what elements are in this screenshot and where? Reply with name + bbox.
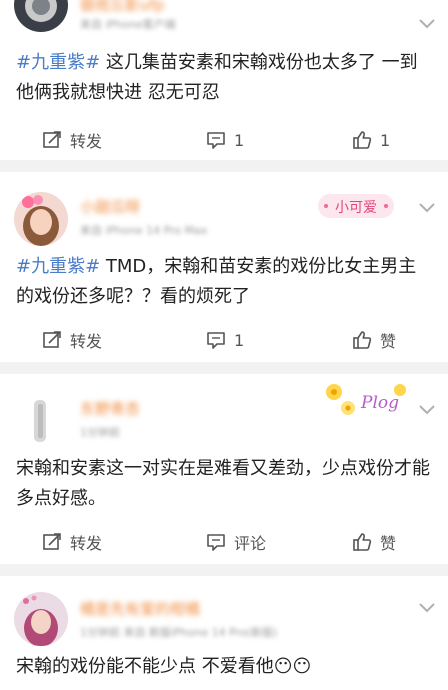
badge-sticker: Plog bbox=[318, 378, 410, 422]
post-card: 橘是先有爱的柑橘 1分钟前 来自 新版iPhone 14 Pro(新版) 宋翰的… bbox=[0, 576, 448, 690]
comment-icon bbox=[207, 534, 225, 551]
repost-label: 转发 bbox=[70, 534, 103, 553]
post-text: #九重紫# TMD，宋翰和苗安素的戏份比女主男主的戏份还多呢？？看的烦死了 bbox=[16, 256, 417, 307]
comment-count: 1 bbox=[234, 330, 245, 350]
chevron-down-icon[interactable] bbox=[418, 404, 436, 416]
comment-button[interactable]: 1 bbox=[206, 120, 244, 160]
repost-button[interactable]: 转发 bbox=[42, 522, 102, 562]
post-meta: 来自 iPhone 14 Pro Max bbox=[80, 224, 208, 237]
chevron-down-icon[interactable] bbox=[418, 602, 436, 614]
username[interactable]: 橘是先有爱的柑橘 bbox=[80, 598, 200, 618]
card-divider bbox=[0, 362, 448, 374]
like-button[interactable]: 赞 bbox=[352, 522, 396, 562]
action-bar: 转发 1 赞 bbox=[0, 320, 448, 360]
weibo-feed: 御苑忘影ufp 来自 iPhone客户端 #九重紫# 这几集苗安素和宋翰戏份也太… bbox=[0, 0, 448, 690]
repost-label: 转发 bbox=[70, 332, 103, 351]
post-text: 宋翰和安素这一对实在是难看又差劲，少点戏份才能多点好感。 bbox=[16, 458, 430, 509]
post-meta: 1分钟前 bbox=[80, 426, 120, 439]
comment-icon bbox=[207, 332, 225, 349]
post-meta: 来自 iPhone客户端 bbox=[80, 18, 176, 31]
badge-sticker: 小可爱 bbox=[316, 188, 396, 224]
action-bar: 转发 1 1 bbox=[0, 120, 448, 160]
like-button[interactable]: 赞 bbox=[352, 320, 396, 360]
comment-label: 评论 bbox=[234, 534, 267, 553]
avatar[interactable] bbox=[14, 394, 68, 448]
avatar[interactable] bbox=[14, 0, 68, 32]
post-card: 东野青杏 1分钟前 Plog 宋翰和安素这一对实在是难看又差劲，少点戏份才能多点… bbox=[0, 374, 448, 564]
svg-text:小可爱: 小可爱 bbox=[335, 200, 377, 216]
chevron-down-icon[interactable] bbox=[418, 202, 436, 214]
comment-icon bbox=[207, 132, 225, 149]
like-button[interactable]: 1 bbox=[352, 120, 390, 160]
username[interactable]: 东野青杏 bbox=[80, 398, 140, 418]
repost-icon bbox=[43, 533, 61, 550]
post-card: 小甜瓜呀 来自 iPhone 14 Pro Max 小可爱 #九重紫# TMD，… bbox=[0, 172, 448, 362]
comment-count: 1 bbox=[234, 130, 245, 150]
post-card: 御苑忘影ufp 来自 iPhone客户端 #九重紫# 这几集苗安素和宋翰戏份也太… bbox=[0, 0, 448, 160]
chevron-down-icon[interactable] bbox=[418, 18, 436, 30]
comment-button[interactable]: 评论 bbox=[206, 522, 266, 562]
thumbs-up-icon bbox=[353, 533, 372, 551]
avatar[interactable] bbox=[14, 592, 68, 646]
repost-icon bbox=[43, 331, 61, 348]
like-label: 赞 bbox=[380, 332, 397, 351]
hashtag-link[interactable]: #九重紫# bbox=[16, 52, 100, 73]
repost-icon bbox=[43, 131, 61, 148]
repost-button[interactable]: 转发 bbox=[42, 120, 102, 160]
post-meta: 1分钟前 来自 新版iPhone 14 Pro(新版) bbox=[80, 626, 278, 639]
hashtag-link[interactable]: #九重紫# bbox=[16, 256, 100, 277]
avatar[interactable] bbox=[14, 192, 68, 246]
thumbs-up-icon bbox=[353, 131, 372, 149]
card-divider bbox=[0, 564, 448, 576]
action-bar: 转发 评论 赞 bbox=[0, 522, 448, 562]
svg-text:Plog: Plog bbox=[360, 393, 399, 413]
post-text: #九重紫# 这几集苗安素和宋翰戏份也太多了 一到他俩我就想快进 忍无可忍 bbox=[16, 52, 418, 103]
thumbs-up-icon bbox=[353, 331, 372, 349]
like-count: 1 bbox=[380, 130, 391, 150]
comment-button[interactable]: 1 bbox=[206, 320, 244, 360]
post-text: 宋翰的戏份能不能少点 不爱看他😶😶 bbox=[16, 656, 312, 677]
repost-button[interactable]: 转发 bbox=[42, 320, 102, 360]
username[interactable]: 御苑忘影ufp bbox=[80, 0, 164, 14]
like-label: 赞 bbox=[380, 534, 397, 553]
repost-label: 转发 bbox=[70, 132, 103, 151]
username[interactable]: 小甜瓜呀 bbox=[80, 196, 140, 216]
card-divider bbox=[0, 160, 448, 172]
